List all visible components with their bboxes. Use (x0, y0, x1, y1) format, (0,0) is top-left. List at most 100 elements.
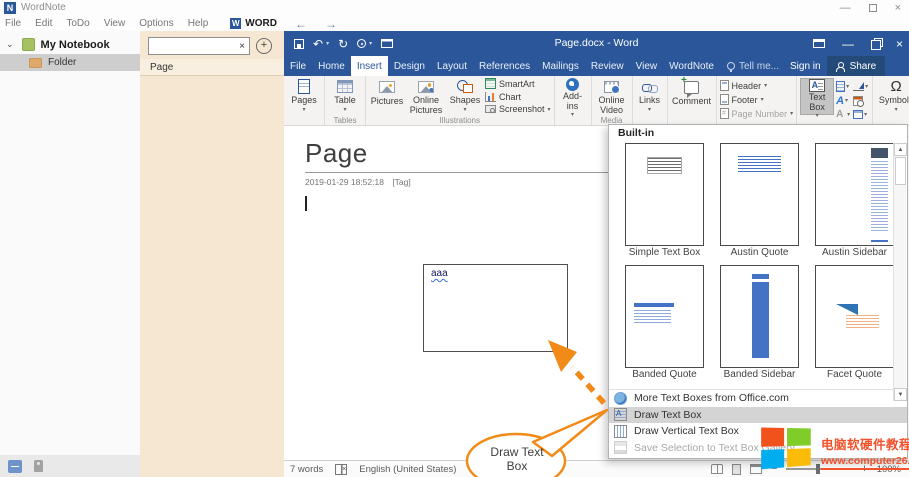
gallery-scrollbar[interactable]: ▲ ▼ (893, 143, 906, 401)
scroll-up-icon[interactable]: ▲ (894, 143, 907, 156)
ribbon-group-illustrations: Pictures Online Pictures Shapes ▾ SmartA… (366, 76, 555, 125)
tab-layout[interactable]: Layout (431, 56, 473, 76)
footer-button[interactable]: Footer ▾ (720, 94, 794, 105)
ribbon-display-options-icon[interactable] (813, 39, 825, 48)
wordnote-titlebar: N WordNote — × (0, 0, 909, 16)
add-ins-button[interactable]: Add-ins ▾ (558, 78, 588, 115)
proofing-errors-icon[interactable] (335, 464, 347, 475)
gallery-item-banded-quote[interactable]: Banded Quote (617, 265, 712, 387)
gallery-item-austin-sidebar[interactable]: Austin Sidebar (807, 143, 902, 265)
gallery-item-austin-quote[interactable]: Austin Quote (712, 143, 807, 265)
links-icon (642, 82, 657, 92)
word-toolbar-button[interactable]: W WORD (230, 18, 277, 29)
sign-in-button[interactable]: Sign in (784, 56, 827, 76)
signature-line-button[interactable]: ▾ (853, 80, 869, 93)
word-restore-icon[interactable] (871, 40, 879, 48)
tab-insert[interactable]: Insert (351, 56, 388, 76)
gallery-item-simple-text-box[interactable]: Simple Text Box (617, 143, 712, 265)
online-pictures-button[interactable]: Online Pictures (407, 78, 445, 115)
tab-review[interactable]: Review (585, 56, 630, 76)
ribbon-group-media: Online Video Media (592, 76, 633, 125)
table-button[interactable]: Table ▾ (328, 78, 362, 115)
print-layout-icon[interactable] (732, 464, 741, 475)
scrollbar-thumb[interactable] (895, 157, 906, 185)
shapes-button[interactable]: Shapes ▾ (447, 78, 483, 115)
wordnote-close-icon[interactable]: × (895, 2, 901, 14)
notebook-book-icon[interactable] (8, 460, 22, 473)
page-number-button[interactable]: Page Number ▾ (720, 108, 794, 119)
menu-item-draw-text-box[interactable]: Draw Text Box (609, 407, 907, 424)
tab-design[interactable]: Design (388, 56, 431, 76)
ribbon-group-symbols: Ω Symbols ▾ (873, 76, 909, 125)
search-box[interactable]: × (148, 37, 250, 55)
online-video-button[interactable]: Online Video (595, 78, 629, 115)
shapes-icon (457, 80, 473, 93)
menu-item-draw-vertical-text-box[interactable]: Draw Vertical Text Box (609, 423, 907, 440)
wordnote-maximize-icon[interactable] (869, 4, 877, 12)
chart-button[interactable]: Chart (485, 91, 551, 103)
wordnote-app-icon: N (4, 2, 16, 14)
text-box-button[interactable]: Text Box ▾ (800, 78, 834, 115)
comment-button[interactable]: Comment (671, 78, 713, 115)
group-label-tables: Tables (325, 116, 365, 125)
read-mode-icon[interactable] (711, 464, 723, 474)
note-list-item-page[interactable]: Page (140, 59, 284, 76)
header-button[interactable]: Header ▾ (720, 80, 794, 91)
pictures-icon (379, 81, 395, 93)
tab-references[interactable]: References (473, 56, 536, 76)
forward-arrow-icon[interactable]: → (325, 17, 337, 31)
scroll-down-icon[interactable]: ▼ (894, 388, 907, 401)
zoom-slider[interactable] (786, 468, 852, 470)
tag-icon[interactable] (34, 460, 43, 472)
zoom-in-icon[interactable]: + (861, 463, 867, 475)
web-layout-icon[interactable] (750, 464, 762, 474)
tab-home[interactable]: Home (312, 56, 351, 76)
language-status[interactable]: English (United States) (359, 464, 456, 475)
wordart-icon: A (836, 96, 844, 106)
symbols-button[interactable]: Ω Symbols ▾ (876, 78, 909, 115)
menu-edit[interactable]: Edit (35, 18, 52, 29)
gallery-item-facet-quote[interactable]: Facet Quote (807, 265, 902, 387)
tab-mailings[interactable]: Mailings (536, 56, 585, 76)
zoom-slider-handle[interactable] (816, 464, 820, 474)
menu-file[interactable]: File (5, 18, 21, 29)
menu-options[interactable]: Options (139, 18, 173, 29)
word-minimize-icon[interactable]: — (842, 37, 854, 51)
wordnote-minimize-icon[interactable]: — (840, 2, 851, 14)
screenshot-button[interactable]: Screenshot ▾ (485, 103, 551, 115)
menu-todo[interactable]: ToDo (66, 18, 89, 29)
drawn-text-box[interactable]: aaa (423, 264, 568, 352)
sidebar-item-folder[interactable]: Folder (0, 54, 140, 71)
chevron-down-icon[interactable]: ⌄ (6, 39, 14, 50)
menu-view[interactable]: View (104, 18, 126, 29)
zoom-out-icon[interactable]: − (771, 463, 777, 475)
drop-cap-button[interactable]: A▾ (836, 108, 852, 121)
links-button[interactable]: Links ▾ (636, 78, 664, 115)
gallery-item-banded-sidebar[interactable]: Banded Sidebar (712, 265, 807, 387)
pictures-button[interactable]: Pictures (369, 78, 405, 115)
menu-item-save-selection[interactable]: Save Selection to Text Box Gallery (609, 440, 907, 457)
quick-parts-button[interactable]: ▾ (836, 80, 852, 93)
text-box-gallery: Simple Text Box Austin Quote Austin Side… (609, 141, 907, 387)
back-arrow-icon[interactable]: ← (295, 17, 307, 31)
tab-file[interactable]: File (284, 56, 312, 76)
sidebar-item-my-notebook[interactable]: ⌄ My Notebook (0, 36, 140, 53)
search-input[interactable] (149, 41, 235, 52)
pages-button[interactable]: Pages ▾ (287, 78, 321, 115)
signature-line-icon (853, 82, 864, 91)
zoom-level[interactable]: 100% (877, 464, 901, 475)
object-button[interactable]: ▾ (853, 108, 869, 121)
word-close-icon[interactable]: × (896, 37, 903, 51)
share-button[interactable]: Share (827, 56, 886, 76)
menu-item-more-text-boxes[interactable]: More Text Boxes from Office.com ▸ (609, 390, 907, 407)
wordart-button[interactable]: A▾ (836, 94, 852, 107)
add-page-button[interactable]: + (256, 38, 272, 54)
menu-help[interactable]: Help (188, 18, 209, 29)
date-time-button[interactable] (853, 94, 869, 107)
smartart-button[interactable]: SmartArt (485, 78, 551, 90)
search-clear-icon[interactable]: × (235, 41, 249, 52)
tell-me-box[interactable]: Tell me... (722, 56, 784, 76)
tab-view[interactable]: View (630, 56, 664, 76)
tab-wordnote[interactable]: WordNote (663, 56, 720, 76)
word-count[interactable]: 7 words (290, 464, 323, 475)
